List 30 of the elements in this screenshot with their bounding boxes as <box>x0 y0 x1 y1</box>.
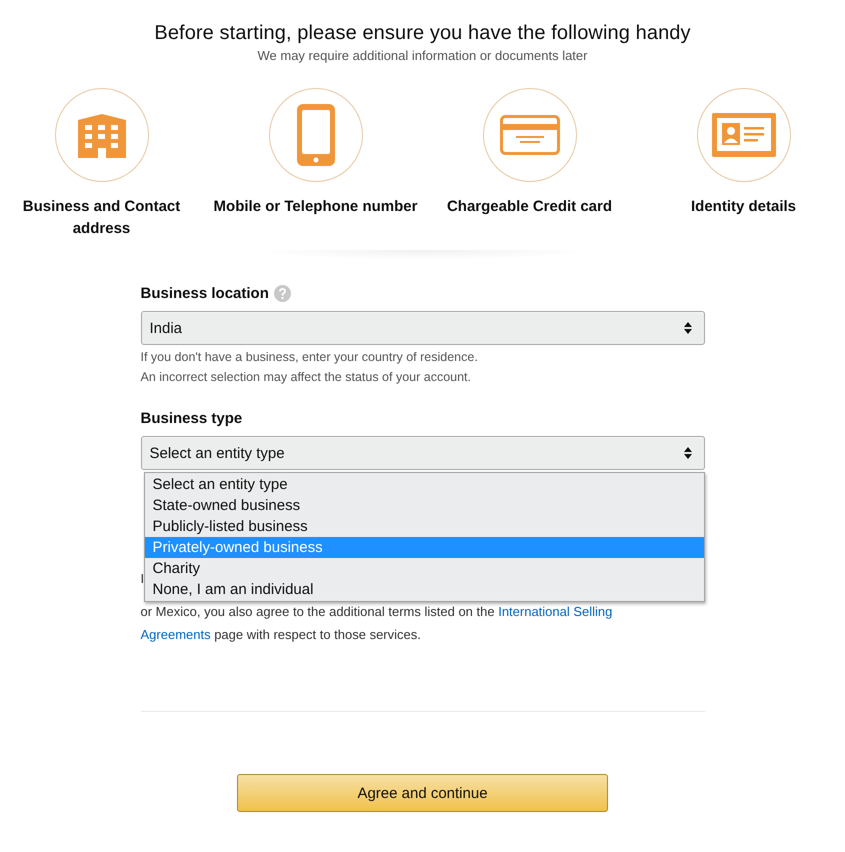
terms-text: page with respect to those services. <box>213 627 421 642</box>
hint-text: If you don't have a business, enter your country of residence. <box>140 350 479 364</box>
entity-type-select[interactable]: Select an entity type <box>140 436 704 470</box>
field-label: Business type <box>140 410 242 427</box>
selling-agreements-link[interactable]: International Selling <box>498 604 612 619</box>
agree-button[interactable]: Agree and continue <box>237 774 608 812</box>
help-icon[interactable] <box>274 285 291 302</box>
id-card-icon <box>712 113 776 157</box>
page-subtitle: We may require additional information or documents later <box>258 48 588 63</box>
field-label: Business location <box>140 285 269 302</box>
page-title: Before starting, please ensure you have the following handy <box>154 22 691 45</box>
dropdown-option[interactable]: Select an entity type <box>144 474 704 495</box>
dropdown-option[interactable]: Charity <box>144 558 704 579</box>
building-icon <box>76 112 128 158</box>
selling-agreements-link[interactable]: Agreements <box>140 627 211 642</box>
dropdown-option[interactable]: Publicly-listed business <box>144 516 704 537</box>
credit-card-icon <box>500 115 560 155</box>
sort-caret-icon <box>684 447 692 459</box>
dropdown-option[interactable]: State-owned business <box>144 495 704 516</box>
requirement-label: Chargeable Credit card <box>446 197 612 217</box>
location-select[interactable]: India <box>140 311 704 345</box>
requirement-label: Mobile or Telephone number <box>214 197 418 217</box>
requirement-label: Business and Contact address <box>22 197 182 239</box>
terms-text: or Mexico, you also agree to the additional terms listed on the <box>140 604 496 619</box>
requirement-label: Identity details <box>690 197 796 217</box>
sort-caret-icon <box>684 322 692 334</box>
hint-text: An incorrect selection may affect the status of your account. <box>140 370 472 384</box>
dropdown-option[interactable]: None, I am an individual <box>144 579 704 600</box>
phone-icon <box>296 104 334 166</box>
hidden-text: I <box>140 571 144 586</box>
